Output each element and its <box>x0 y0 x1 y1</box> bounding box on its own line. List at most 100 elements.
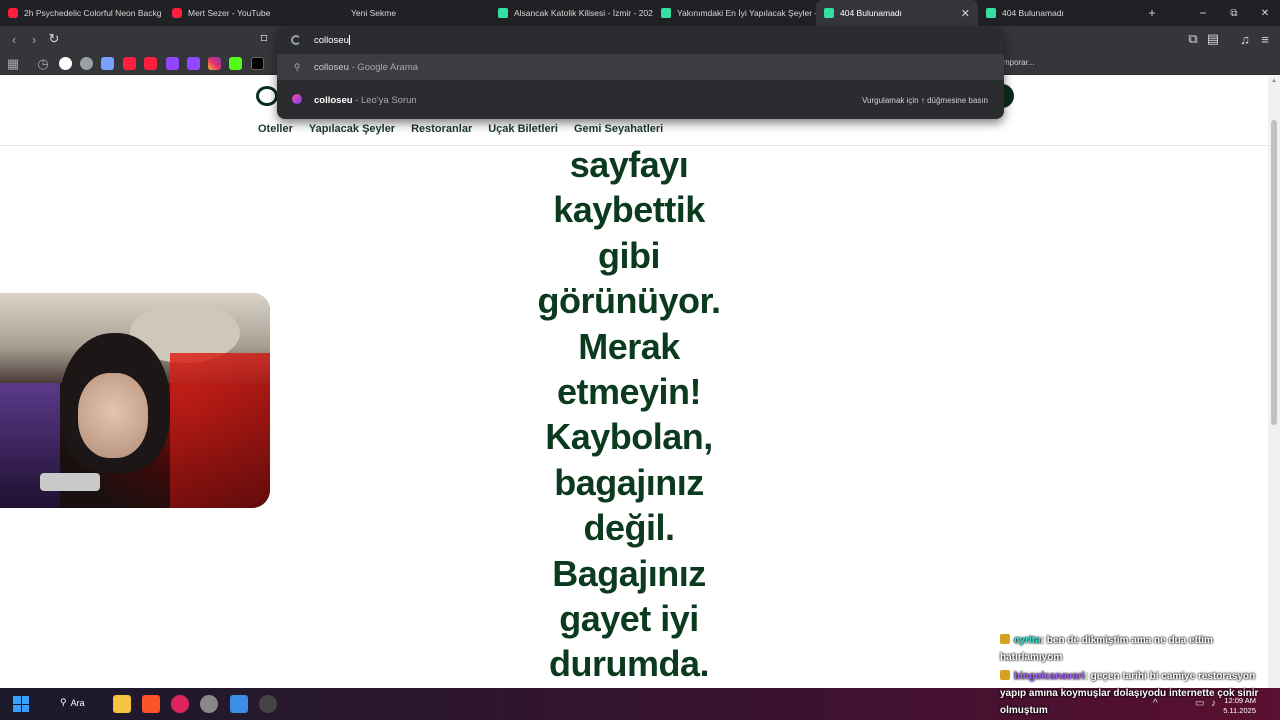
chat-username: cyrita <box>1014 635 1041 646</box>
tab-title: Yeni Sekme <box>351 8 397 18</box>
tripadvisor-icon <box>661 8 671 18</box>
search-icon: ⚲ <box>293 61 301 72</box>
youtube-icon <box>8 8 18 18</box>
scroll-up-icon[interactable]: ▲ <box>1271 78 1277 84</box>
youtube-bookmark-icon[interactable] <box>123 57 136 70</box>
youtube-bookmark-icon[interactable] <box>144 57 157 70</box>
nav-restaurants[interactable]: Restoranlar <box>411 123 472 135</box>
headline-line: sayfayı <box>569 144 689 185</box>
tab-title: 404 Bulunamadı <box>840 8 902 18</box>
apps-icon[interactable]: ▦ <box>5 56 21 72</box>
nav-things-to-do[interactable]: Yapılacak Şeyler <box>309 123 395 135</box>
google-bookmark-icon[interactable] <box>59 57 72 70</box>
app-icon[interactable] <box>200 695 218 713</box>
tripadvisor-icon <box>498 8 508 18</box>
close-tab-icon[interactable]: ✕ <box>961 7 970 20</box>
tab-title: Alsancak Katolik Kilisesi - İzmir - 202 <box>514 8 653 18</box>
obs-icon[interactable] <box>259 695 277 713</box>
tab-404[interactable]: 404 Bulunamadı <box>978 0 1138 26</box>
headline-line: bagajınız <box>554 461 704 503</box>
kick-bookmark-icon[interactable] <box>229 57 242 70</box>
tab-404-active[interactable]: 404 Bulunamadı ✕ <box>816 0 978 26</box>
extensions-icon[interactable]: ⧉ <box>1185 31 1201 47</box>
tab-title: Yakınımdaki En İyi Yapılacak Şeyler - <box>677 8 816 18</box>
sidebar-icon[interactable]: ▤ <box>1205 31 1221 47</box>
headline-line: durumda. <box>548 643 710 685</box>
tab-alsancak[interactable]: Alsancak Katolik Kilisesi - İzmir - 202 <box>490 0 653 26</box>
headline-line: görünüyor. <box>537 280 722 322</box>
headline-line: gayet iyi <box>559 598 699 640</box>
headline-line: Kaybolan, <box>545 416 713 458</box>
headline-line: Bagajınız <box>552 552 706 594</box>
scrollbar-thumb[interactable] <box>1271 120 1277 425</box>
tab-mert-sezer[interactable]: Mert Sezer - YouTube <box>164 0 327 26</box>
page-scrollbar[interactable]: ▲ <box>1268 76 1280 688</box>
new-tab-button[interactable]: + <box>1137 0 1167 26</box>
blank-tab-icon <box>335 8 345 18</box>
x-bookmark-icon[interactable] <box>251 57 264 70</box>
chatgpt-bookmark-icon[interactable] <box>80 57 93 70</box>
start-icon[interactable] <box>13 696 29 712</box>
bookmark-overflow-label[interactable]: mporar... <box>1003 58 1035 67</box>
tab-strip: 2h Psychedelic Colorful Neon Backg Mert … <box>0 0 1280 26</box>
media-player-icon[interactable] <box>171 695 189 713</box>
tab-yakinimdaki[interactable]: Yakınımdaki En İyi Yapılacak Şeyler - <box>653 0 816 26</box>
google-icon <box>291 35 301 45</box>
file-explorer-icon[interactable] <box>113 695 131 713</box>
tab-title: Mert Sezer - YouTube <box>188 8 271 18</box>
tab-new-tab[interactable]: Yeni Sekme <box>327 0 490 26</box>
twitch-bookmark-icon[interactable] <box>166 57 179 70</box>
site-nav: Oteller Yapılacak Şeyler Restoranlar Uça… <box>258 123 663 135</box>
tripadvisor-logo[interactable] <box>256 86 278 106</box>
error-headline: sayfayı kaybettik gibi görünüyor. Merak … <box>490 142 768 687</box>
headline-line: gibi <box>598 234 660 276</box>
minimize-button[interactable]: − <box>1188 0 1218 26</box>
microphone <box>40 473 100 491</box>
instagram-bookmark-icon[interactable] <box>208 57 221 70</box>
headline-line: değil. <box>583 507 675 549</box>
brave-icon[interactable] <box>142 695 160 713</box>
chat-message: bingolcanavari: geçen tarihi bi camiye r… <box>1000 668 1275 719</box>
tab-title: 2h Psychedelic Colorful Neon Backg <box>24 8 162 18</box>
webcam-overlay <box>0 293 270 508</box>
omnibox-dropdown: colloseu ⚲ colloseu - Google Arama collo… <box>277 27 1004 119</box>
close-window-button[interactable]: ✕ <box>1250 0 1280 26</box>
nav-cruises[interactable]: Gemi Seyahatleri <box>574 123 663 135</box>
address-input[interactable]: colloseu <box>314 35 350 46</box>
leo-icon <box>291 94 303 106</box>
headline-line: kaybettik <box>553 189 705 231</box>
headline-line: Merak <box>578 325 680 367</box>
maximize-button[interactable]: ⧉ <box>1219 0 1249 26</box>
youtube-icon <box>172 8 182 18</box>
twitch-bookmark-icon[interactable] <box>187 57 200 70</box>
media-icon[interactable]: ♫ <box>1237 31 1253 47</box>
bookmark-icon[interactable]: ⌑ <box>256 31 272 47</box>
stream-chat: cyrita: ben de dikmiştim ama ne dua etti… <box>1000 632 1275 720</box>
tab-psychedelic[interactable]: 2h Psychedelic Colorful Neon Backg <box>0 0 164 26</box>
back-icon[interactable]: ‹ <box>6 31 22 47</box>
gemini-bookmark-icon[interactable] <box>101 57 114 70</box>
suggestion-hint: Vurgulamak için ↑ düğmesine basın <box>862 95 988 105</box>
nav-flights[interactable]: Uçak Biletleri <box>488 123 558 135</box>
tab-title: 404 Bulunamadı <box>1002 8 1064 18</box>
history-icon[interactable]: ◷ <box>35 56 51 72</box>
suggestion-ask-leo[interactable]: colloseu - Leo'ya Sorun Vurgulamak için … <box>277 87 1004 113</box>
tripadvisor-icon <box>824 8 834 18</box>
photos-icon[interactable] <box>230 695 248 713</box>
search-icon: ⚲ <box>60 697 67 707</box>
reload-icon[interactable]: ↻ <box>46 31 62 47</box>
menu-icon[interactable]: ≡ <box>1257 31 1273 47</box>
address-bar[interactable]: colloseu <box>277 27 1004 53</box>
suggestion-google-search[interactable]: ⚲ colloseu - Google Arama <box>277 54 1004 80</box>
streamer-face <box>78 373 148 458</box>
red-light <box>170 353 270 508</box>
search-label: Ara <box>70 697 85 708</box>
headline-line: etmeyin! <box>556 371 702 413</box>
chat-badge-icon <box>1000 670 1010 680</box>
chat-message: cyrita: ben de dikmiştim ama ne dua etti… <box>1000 632 1275 666</box>
forward-icon[interactable]: › <box>26 31 42 47</box>
taskbar-search[interactable]: ⚲ Ara <box>60 697 85 708</box>
suggestion-text: colloseu - Google Arama <box>314 61 419 73</box>
chat-username: bingolcanavari <box>1014 671 1085 682</box>
nav-hotels[interactable]: Oteller <box>258 123 293 135</box>
